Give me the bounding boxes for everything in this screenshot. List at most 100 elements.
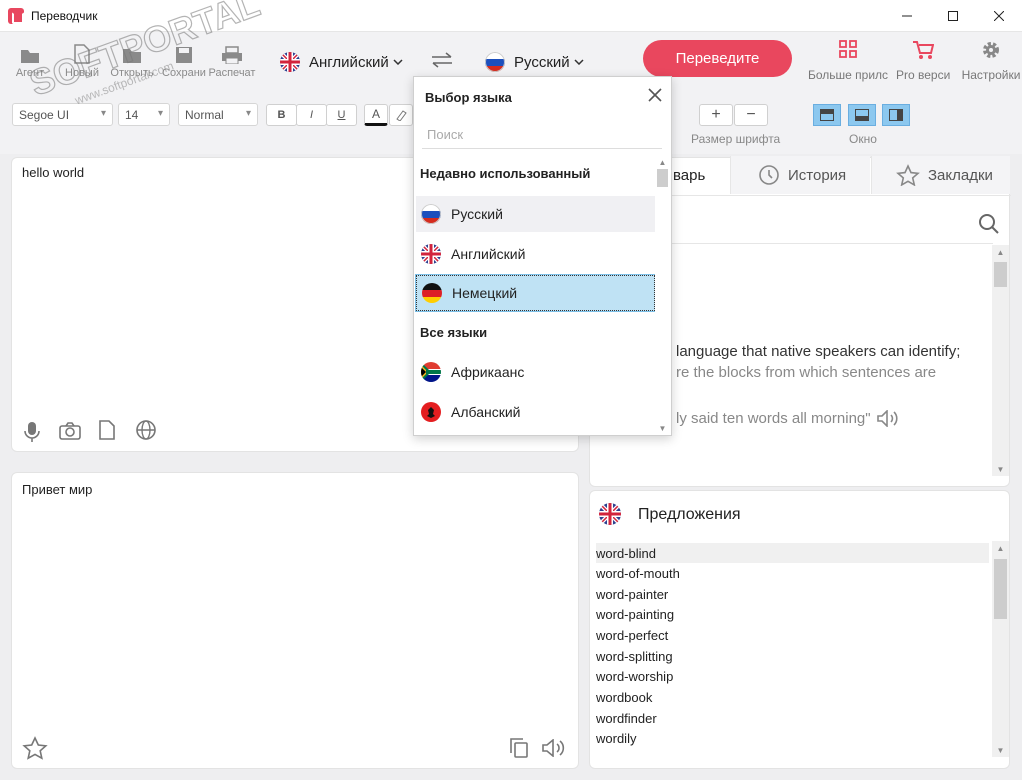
language-list-scrollbar[interactable]: ▲ ▼: [655, 155, 670, 435]
style-select[interactable]: Normal ▾: [178, 103, 258, 126]
list-item[interactable]: wordily: [596, 728, 636, 748]
list-item[interactable]: word-painter: [596, 584, 668, 604]
print-icon: [206, 40, 258, 64]
chevron-up-icon: ▲: [996, 543, 1005, 553]
folder-icon: [106, 40, 158, 64]
target-language-select[interactable]: Русский: [485, 48, 584, 76]
chevron-down-icon: [393, 59, 403, 65]
chevron-down-icon: [574, 59, 584, 65]
speaker-icon: [542, 739, 565, 757]
target-panel[interactable]: Привет мир: [11, 472, 579, 769]
font-size-label: Размер шрифта: [691, 132, 781, 146]
language-option-english[interactable]: Английский: [416, 236, 655, 272]
source-text[interactable]: hello world: [22, 165, 84, 180]
microphone-button[interactable]: [24, 421, 40, 443]
agent-button[interactable]: Агент: [4, 40, 56, 79]
list-item[interactable]: word-blind: [596, 543, 989, 563]
close-dropdown-button[interactable]: [647, 87, 663, 103]
font-size-select[interactable]: 14 ▾: [118, 103, 170, 126]
app-icon: [8, 7, 24, 24]
star-icon: [896, 164, 920, 186]
window-layout-1-button[interactable]: [813, 104, 841, 126]
font-family-select[interactable]: Segoe UI ▾: [12, 103, 113, 126]
dictionary-definition-line-2: re the blocks from which sentences are: [676, 364, 937, 381]
new-button[interactable]: Новый: [56, 40, 108, 79]
translate-button[interactable]: Переведите: [643, 40, 792, 77]
pro-version-button[interactable]: Pro верси: [896, 40, 950, 82]
zoom-in-button[interactable]: +: [699, 104, 733, 126]
bold-button[interactable]: B: [266, 104, 297, 126]
web-button[interactable]: [136, 420, 156, 440]
camera-button[interactable]: [59, 422, 81, 440]
dictionary-definition-line-1: language that native speakers can identi…: [676, 343, 961, 360]
uk-flag-icon: [599, 503, 621, 525]
star-icon: [22, 736, 48, 760]
maximize-button[interactable]: [930, 0, 976, 32]
microphone-icon: [24, 422, 40, 442]
cart-icon: [896, 40, 950, 64]
language-option-afrikaans[interactable]: Африкаанс: [416, 354, 655, 390]
tab-bookmarks[interactable]: Закладки: [871, 156, 1010, 194]
copy-button[interactable]: [510, 738, 528, 758]
source-language-select[interactable]: Английский: [280, 48, 403, 76]
list-item[interactable]: word-painting: [596, 604, 674, 624]
globe-icon: [136, 420, 156, 440]
swap-languages-button[interactable]: [430, 52, 454, 68]
language-option-albanian[interactable]: Албанский: [416, 394, 655, 430]
list-item[interactable]: wordbook: [596, 687, 652, 707]
highlighter-icon: [396, 110, 407, 121]
open-button[interactable]: Открыть: [106, 40, 158, 79]
save-icon: [158, 40, 210, 64]
suggestions-scrollbar[interactable]: ▲ ▼: [992, 541, 1009, 757]
dropdown-title: Выбор языка: [425, 90, 512, 105]
suggestions-flag: [599, 503, 621, 525]
target-text[interactable]: Привет мир: [22, 482, 92, 497]
italic-button[interactable]: I: [296, 104, 327, 126]
list-item[interactable]: word-worship: [596, 666, 673, 686]
chevron-down-icon: ▼: [996, 745, 1005, 755]
tab-history[interactable]: История: [730, 156, 870, 194]
germany-flag-icon: [422, 283, 442, 303]
list-item[interactable]: word-splitting: [596, 646, 673, 666]
language-option-german[interactable]: Немецкий: [415, 274, 656, 312]
list-item[interactable]: wordfinder: [596, 708, 657, 728]
list-item[interactable]: word-of-mouth: [596, 563, 680, 583]
suggestions-title: Предложения: [638, 506, 741, 523]
list-item[interactable]: word-perfect: [596, 625, 668, 645]
settings-button[interactable]: Настройки: [960, 40, 1022, 82]
language-option-russian[interactable]: Русский: [416, 196, 655, 232]
close-window-button[interactable]: [976, 0, 1022, 32]
dictionary-scrollbar[interactable]: ▲ ▼: [992, 245, 1009, 476]
history-icon: [759, 165, 779, 185]
language-list: Недавно использованный Русский Английски…: [415, 155, 657, 435]
open-file-button[interactable]: [99, 420, 115, 440]
underline-button[interactable]: U: [326, 104, 357, 126]
swap-icon: [432, 52, 452, 68]
chevron-up-icon: ▲: [658, 157, 667, 167]
font-color-button[interactable]: A: [364, 104, 388, 126]
title-bar: Переводчик: [0, 0, 1022, 32]
bookmark-button[interactable]: [22, 736, 48, 760]
window-layout-3-button[interactable]: [882, 104, 910, 126]
zoom-out-button[interactable]: −: [734, 104, 768, 126]
window-label: Окно: [849, 132, 877, 146]
save-button[interactable]: Сохрани: [158, 40, 210, 79]
chevron-down-icon: ▼: [996, 464, 1005, 474]
language-search-input[interactable]: Поиск: [422, 122, 662, 149]
more-apps-button[interactable]: Больше прилс: [808, 40, 888, 82]
albania-flag-icon: [421, 402, 441, 422]
document-icon: [99, 420, 115, 440]
all-languages-header: Все языки: [420, 325, 488, 340]
print-button[interactable]: Распечат: [206, 40, 258, 79]
agent-icon: [4, 40, 56, 64]
speak-button[interactable]: [542, 739, 566, 757]
minimize-button[interactable]: [884, 0, 930, 32]
tab-dictionary[interactable]: варь: [673, 156, 705, 194]
russia-flag-icon: [485, 52, 505, 72]
highlight-button[interactable]: [389, 104, 413, 126]
dictionary-search-button[interactable]: [978, 213, 1000, 235]
speaker-icon[interactable]: [876, 410, 899, 427]
south-africa-flag-icon: [421, 362, 441, 382]
apps-icon: [808, 40, 888, 64]
window-layout-2-button[interactable]: [848, 104, 876, 126]
